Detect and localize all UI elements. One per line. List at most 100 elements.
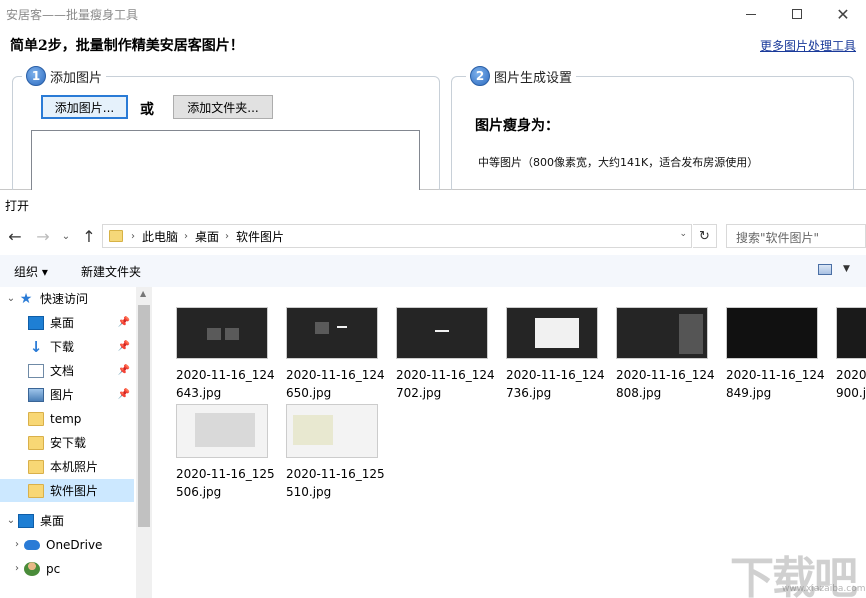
scroll-up-icon[interactable]: ▲ xyxy=(140,289,146,298)
close-button[interactable]: ✕ xyxy=(820,0,866,28)
file-item[interactable]: 2020-11-16_124702.jpg xyxy=(396,307,495,402)
document-icon xyxy=(28,363,44,378)
download-icon: ↓ xyxy=(29,337,43,356)
nav-item-label: 本机照片 xyxy=(50,460,99,474)
nav-item-documents[interactable]: 文档 📌 xyxy=(0,359,134,382)
open-file-dialog: 打开 ← → ⌄ ↑ › 此电脑 › 桌面 › 软件图片 ⌄ ↻ 搜索"软件图片… xyxy=(0,190,866,598)
chevron-down-icon[interactable]: ⌄ xyxy=(679,229,687,239)
step2-number-icon: 2 xyxy=(470,66,490,86)
arrow-left-icon: ← xyxy=(8,226,22,246)
nav-item-label: temp xyxy=(50,411,82,426)
quality-option[interactable]: 中等图片（800像素宽，大约141K，适合发布房源使用） xyxy=(478,154,758,170)
nav-item-pictures[interactable]: 图片 📌 xyxy=(0,383,134,406)
nav-item-downloads[interactable]: ↓ 下载 📌 xyxy=(0,335,134,358)
more-tools-link[interactable]: 更多图片处理工具 xyxy=(760,37,856,54)
nav-item-local-photos[interactable]: 本机照片 xyxy=(0,455,134,478)
step2-title: 2 图片生成设置 xyxy=(466,66,577,86)
chevron-down-icon[interactable]: ⌄ xyxy=(4,515,18,526)
step1-number-icon: 1 xyxy=(26,66,46,86)
pin-icon: 📌 xyxy=(117,317,130,328)
image-list-box[interactable] xyxy=(31,130,420,196)
view-options-icon[interactable] xyxy=(818,264,832,275)
image-thumbnail xyxy=(286,404,378,458)
desktop-icon xyxy=(18,513,34,528)
breadcrumb-separator-icon: › xyxy=(131,230,135,242)
back-button[interactable]: ← xyxy=(4,224,26,248)
screen: 安居客——批量瘦身工具 ✕ 简单2步，批量制作精美安居客图片！ 更多图片处理工具… xyxy=(0,0,866,598)
nav-item-desktop-root[interactable]: ⌄ 桌面 xyxy=(0,509,134,532)
chevron-down-icon: ⌄ xyxy=(61,230,71,242)
window-title: 安居客——批量瘦身工具 xyxy=(6,8,139,22)
nav-item-software-pictures[interactable]: 软件图片 xyxy=(0,479,134,502)
chevron-right-icon[interactable]: › xyxy=(10,563,24,574)
minimize-icon xyxy=(746,13,756,15)
add-folder-button[interactable]: 添加文件夹... xyxy=(173,95,273,119)
minimize-button[interactable] xyxy=(728,0,774,28)
forward-button[interactable]: → xyxy=(32,224,54,248)
star-icon: ★ xyxy=(19,290,33,307)
file-name: 2020-11-16_124808.jpg xyxy=(616,368,715,400)
file-item[interactable]: 2020-11-16_125506.jpg xyxy=(176,404,275,501)
new-folder-button[interactable]: 新建文件夹 xyxy=(81,263,141,280)
chevron-down-icon[interactable]: ⌄ xyxy=(4,293,18,304)
search-input[interactable]: 搜索"软件图片" xyxy=(726,224,866,248)
refresh-button[interactable]: ↻ xyxy=(693,224,717,248)
folder-icon xyxy=(28,435,44,450)
file-item[interactable]: 2020-11-16_124808.jpg xyxy=(616,307,715,402)
nav-item-anxiazai[interactable]: 安下载 xyxy=(0,431,134,454)
nav-item-onedrive[interactable]: › OneDrive xyxy=(0,533,134,556)
nav-item-label: pc xyxy=(46,561,61,576)
add-image-button[interactable]: 添加图片... xyxy=(41,95,128,119)
up-button[interactable]: ↑ xyxy=(78,224,100,248)
file-item[interactable]: 2020-11-16_124650.jpg xyxy=(286,307,385,402)
breadcrumb-separator-icon: › xyxy=(225,230,230,242)
file-name: 2020-11-16_124849.jpg xyxy=(726,368,825,400)
maximize-button[interactable] xyxy=(774,0,820,28)
headline: 简单2步，批量制作精美安居客图片！ xyxy=(10,38,244,54)
chevron-right-icon[interactable]: › xyxy=(10,539,24,550)
dialog-title: 打开 xyxy=(5,199,30,213)
command-bar: 组织 ▾ 新建文件夹 ▼ xyxy=(0,255,866,287)
cloud-icon xyxy=(24,539,40,550)
image-thumbnail xyxy=(836,307,866,359)
breadcrumb-separator-icon: › xyxy=(184,230,189,242)
nav-item-temp[interactable]: temp xyxy=(0,407,134,430)
breadcrumb-item[interactable]: 此电脑 xyxy=(142,228,178,245)
image-thumbnail xyxy=(726,307,818,359)
folder-icon xyxy=(28,459,44,474)
breadcrumb-item[interactable]: 桌面 xyxy=(195,228,219,245)
folder-icon xyxy=(28,411,44,426)
nav-scrollbar[interactable]: ▲ xyxy=(136,287,152,598)
file-name: 2020-11-16_124643.jpg xyxy=(176,368,275,400)
refresh-icon: ↻ xyxy=(699,228,710,244)
address-bar[interactable]: › 此电脑 › 桌面 › 软件图片 ⌄ xyxy=(102,224,692,248)
nav-item-quick-access[interactable]: ⌄ ★ 快速访问 xyxy=(0,287,134,310)
nav-item-pc[interactable]: › pc xyxy=(0,557,134,580)
image-thumbnail xyxy=(176,307,268,359)
breadcrumb-item[interactable]: 软件图片 xyxy=(236,228,284,245)
image-thumbnail xyxy=(616,307,708,359)
pin-icon: 📌 xyxy=(117,389,130,400)
pin-icon: 📌 xyxy=(117,341,130,352)
recent-locations-button[interactable]: ⌄ xyxy=(58,224,74,248)
file-item[interactable]: 2020-11-16_124900.jpg xyxy=(836,307,866,402)
image-thumbnail xyxy=(506,307,598,359)
navigation-pane: ⌄ ★ 快速访问 桌面 📌 ↓ 下载 📌 文档 📌 图片 📌 temp 安下载 … xyxy=(0,287,152,598)
chevron-down-icon[interactable]: ▼ xyxy=(843,264,850,274)
file-name: 2020-11-16_124736.jpg xyxy=(506,368,605,400)
title-bar: 安居客——批量瘦身工具 ✕ xyxy=(0,0,866,28)
file-item[interactable]: 2020-11-16_124736.jpg xyxy=(506,307,605,402)
file-item[interactable]: 2020-11-16_124849.jpg xyxy=(726,307,825,402)
or-text: 或 xyxy=(140,102,154,118)
organize-menu[interactable]: 组织 ▾ xyxy=(14,263,48,280)
nav-item-label: OneDrive xyxy=(46,537,103,552)
file-name: 2020-11-16_125510.jpg xyxy=(286,467,385,499)
desktop-icon xyxy=(28,315,44,330)
file-item[interactable]: 2020-11-16_125510.jpg xyxy=(286,404,385,501)
nav-item-desktop[interactable]: 桌面 📌 xyxy=(0,311,134,334)
file-name: 2020-11-16_124650.jpg xyxy=(286,368,385,400)
nav-item-label: 下载 xyxy=(50,340,75,354)
maximize-icon xyxy=(792,9,802,19)
file-item[interactable]: 2020-11-16_124643.jpg xyxy=(176,307,275,402)
scrollbar-thumb[interactable] xyxy=(138,305,150,527)
